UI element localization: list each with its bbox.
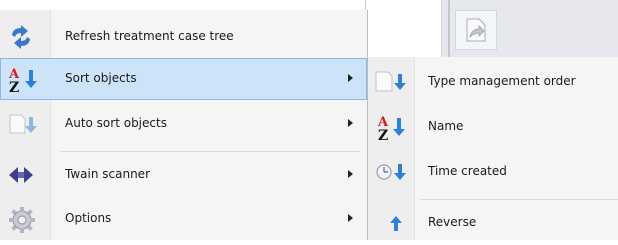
export-button[interactable] <box>455 10 497 50</box>
svg-text:Z: Z <box>9 80 19 94</box>
menu-item-label: Auto sort objects <box>65 116 167 130</box>
menu-item-label: Refresh treatment case tree <box>65 29 234 43</box>
menu-item-sort-objects[interactable]: A Z Sort objects <box>0 58 367 100</box>
sort-name-icon: A Z <box>373 114 409 144</box>
context-menu: Refresh treatment case tree A Z Sort obj… <box>0 10 368 240</box>
reverse-arrow-icon <box>373 210 409 236</box>
menu-item-twain-scanner[interactable]: Twain scanner <box>0 154 367 196</box>
submenu-item-time-created[interactable]: Time created <box>368 150 618 194</box>
menu-item-label: Twain scanner <box>65 167 150 181</box>
submenu-item-label: Name <box>428 119 464 133</box>
submenu-arrow-icon <box>348 170 353 178</box>
submenu-item-name[interactable]: A Z Name <box>368 105 618 149</box>
clock-sort-icon <box>373 159 409 185</box>
type-order-icon <box>373 69 409 95</box>
menu-item-label: Options <box>65 211 112 225</box>
submenu-arrow-icon <box>348 119 353 127</box>
menu-item-options[interactable]: Options <box>0 198 367 240</box>
export-icon <box>466 18 486 42</box>
svg-text:Z: Z <box>378 128 388 142</box>
submenu-arrow-icon <box>348 214 353 222</box>
refresh-icon <box>8 24 34 50</box>
gear-icon <box>8 206 35 233</box>
menu-item-label: Sort objects <box>65 71 137 85</box>
submenu-item-label: Type management order <box>428 74 576 88</box>
sort-az-icon: A Z <box>8 66 37 96</box>
sort-submenu: Type management order A Z Name Time crea… <box>368 57 618 240</box>
menu-item-auto-sort-objects[interactable]: Auto sort objects <box>0 103 367 145</box>
submenu-item-label: Time created <box>428 164 507 178</box>
auto-sort-icon <box>8 111 37 137</box>
submenu-separator <box>420 199 618 200</box>
menu-item-refresh[interactable]: Refresh treatment case tree <box>0 16 367 58</box>
submenu-item-label: Reverse <box>428 215 477 229</box>
scanner-icon <box>8 162 34 188</box>
toolbar-separator <box>448 0 450 60</box>
submenu-item-type-management-order[interactable]: Type management order <box>368 60 618 104</box>
submenu-item-reverse[interactable]: Reverse <box>368 201 618 245</box>
menu-separator <box>60 151 360 152</box>
submenu-arrow-icon <box>348 74 353 82</box>
